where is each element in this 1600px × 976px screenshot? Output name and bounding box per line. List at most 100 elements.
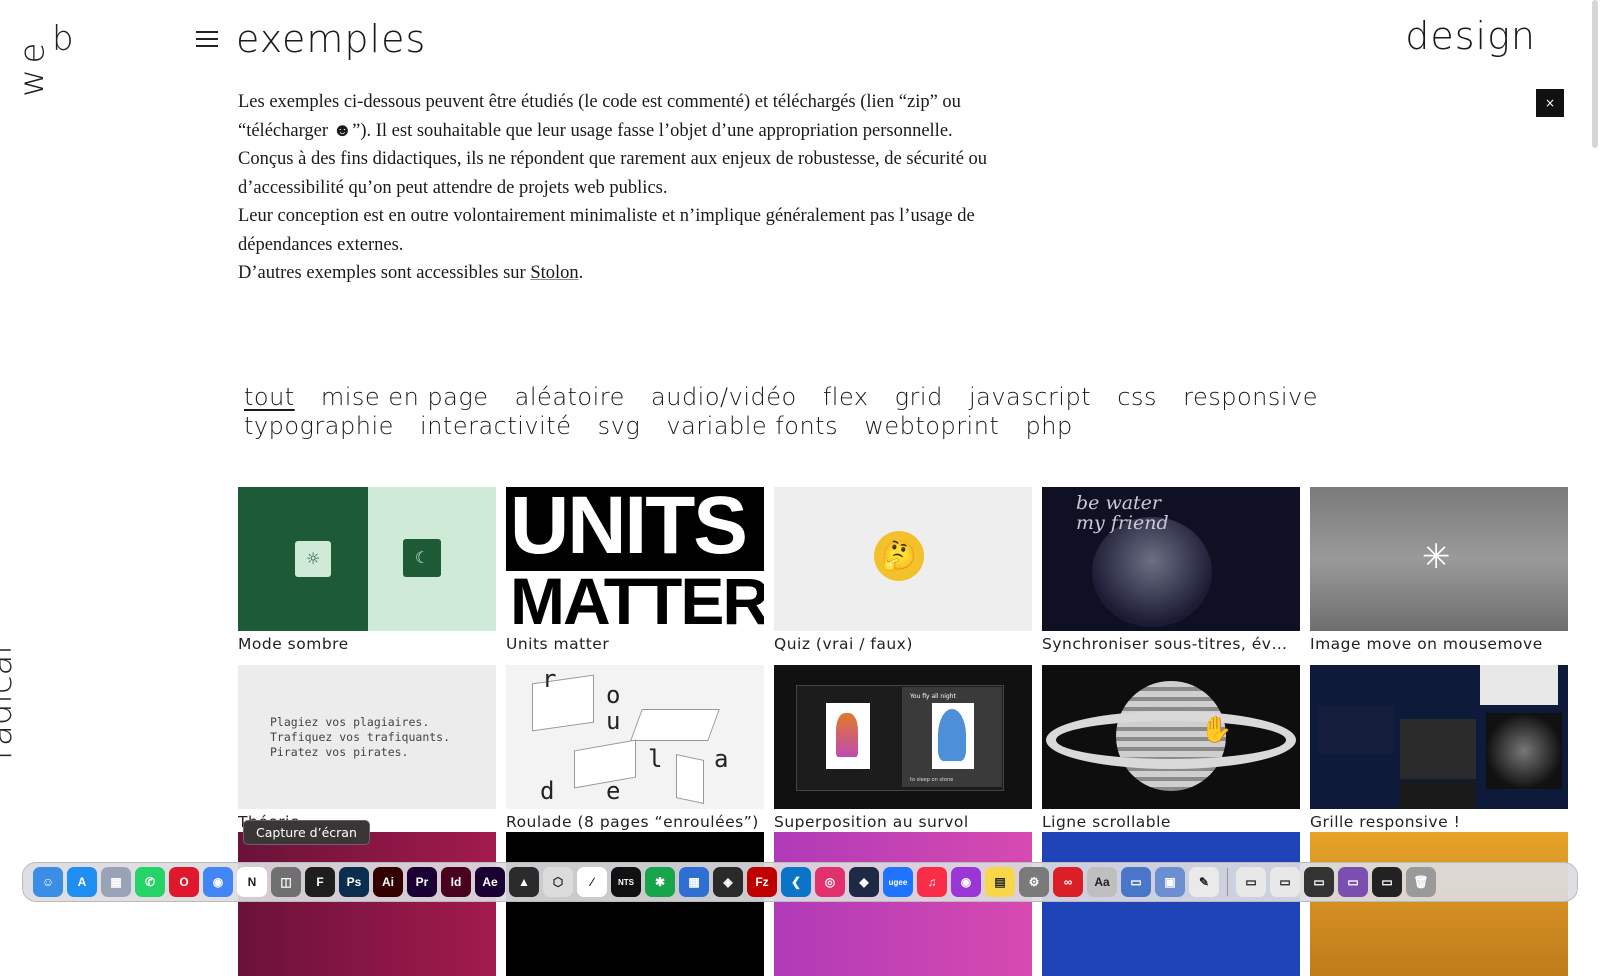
thumb-header: You fly all night bbox=[910, 693, 956, 700]
intro-text: Les exemples ci-dessous peuvent être étu… bbox=[238, 88, 998, 288]
card-caption: Mode sombre bbox=[238, 635, 349, 653]
creative-cloud-icon[interactable]: ∞ bbox=[1053, 867, 1083, 897]
finder-icon[interactable]: ☺ bbox=[33, 867, 63, 897]
close-button[interactable]: × bbox=[1536, 89, 1564, 117]
card-synchroniser[interactable]: be water my friend Synchroniser sous-titr… bbox=[1042, 487, 1300, 653]
photoshop-icon[interactable]: Ps bbox=[339, 867, 369, 897]
logo-web[interactable]: b e w bbox=[12, 22, 82, 97]
document-icon-2[interactable]: ▭ bbox=[1270, 867, 1300, 897]
filter-typographie[interactable]: typographie bbox=[244, 412, 394, 441]
filter-responsive[interactable]: responsive bbox=[1183, 383, 1318, 412]
screenshot-icon[interactable]: ◫ bbox=[271, 867, 301, 897]
fonts-icon[interactable]: NTS bbox=[611, 867, 641, 897]
opera-icon[interactable]: O bbox=[169, 867, 199, 897]
document-icon-5[interactable]: ▭ bbox=[1372, 867, 1402, 897]
notes-icon[interactable]: ▤ bbox=[985, 867, 1015, 897]
textedit-icon[interactable]: ✎ bbox=[1189, 867, 1219, 897]
whatsapp-icon[interactable]: ✆ bbox=[135, 867, 165, 897]
podcasts-icon[interactable]: ◉ bbox=[951, 867, 981, 897]
thumb-letter: a bbox=[714, 745, 729, 773]
card-theorie[interactable]: Plagiez vos plagiaires. Trafiquez vos tr… bbox=[238, 665, 496, 831]
monitor-icon[interactable]: ✱ bbox=[645, 867, 675, 897]
indesign-icon[interactable]: Id bbox=[441, 867, 471, 897]
launchpad-icon[interactable]: ▦ bbox=[101, 867, 131, 897]
card-caption: Quiz (vrai / faux) bbox=[774, 635, 913, 653]
filter-interactivite[interactable]: interactivité bbox=[420, 412, 571, 441]
filter-aleatoire[interactable]: aléatoire bbox=[515, 383, 625, 412]
filter-php[interactable]: php bbox=[1026, 412, 1073, 441]
filter-variable-fonts[interactable]: variable fonts bbox=[666, 412, 838, 441]
card-caption: Grille responsive ! bbox=[1310, 813, 1461, 831]
card-thumbnail: ✳ bbox=[1310, 487, 1568, 631]
filezilla-icon[interactable]: Fz bbox=[747, 867, 777, 897]
thumb-footer: to sleep on stone bbox=[910, 777, 954, 783]
document-icon-1[interactable]: ▭ bbox=[1236, 867, 1266, 897]
vscode-icon[interactable]: ❮ bbox=[781, 867, 811, 897]
inkscape-icon[interactable]: ∕ bbox=[577, 867, 607, 897]
filter-tout[interactable]: tout bbox=[244, 383, 295, 412]
instagram-icon[interactable]: ◎ bbox=[815, 867, 845, 897]
card-superposition[interactable]: You fly all night to sleep on stone Supe… bbox=[774, 665, 1032, 831]
card-row3-4[interactable] bbox=[1042, 832, 1300, 976]
card-roulade[interactable]: r o u l a d e Roulade (8 pages “enroulée… bbox=[506, 665, 764, 831]
ugee-icon[interactable]: ugee bbox=[883, 867, 913, 897]
card-caption: Image move on mousemove bbox=[1310, 635, 1543, 653]
premiere-icon[interactable]: Pr bbox=[407, 867, 437, 897]
card-row3-2[interactable] bbox=[506, 832, 764, 976]
card-thumbnail: r o u l a d e bbox=[506, 665, 764, 809]
dock: ☺ A ▦ ✆ O ◉ N ◫ F Ps Ai Pr Id Ae ▲ ⬡ ∕ NTS ✱ ▦ ◈ Fz ❮ ◎ ◆ ugee ♫ ◉ ▤… bbox=[22, 862, 1578, 902]
card-image-move[interactable]: ✳ Image move on mousemove bbox=[1310, 487, 1568, 653]
preview-icon[interactable]: ▭ bbox=[1121, 867, 1151, 897]
card-row3-1[interactable] bbox=[238, 832, 496, 976]
thumb-letter: d bbox=[540, 777, 555, 805]
calculator-icon[interactable]: ▦ bbox=[679, 867, 709, 897]
display-icon[interactable]: ▣ bbox=[1155, 867, 1185, 897]
codekit-icon[interactable]: ◆ bbox=[849, 867, 879, 897]
filter-css[interactable]: css bbox=[1117, 383, 1157, 412]
hamburger-menu-icon[interactable] bbox=[196, 29, 220, 49]
card-grille-responsive[interactable]: Grille responsive ! bbox=[1310, 665, 1568, 831]
scrollbar[interactable] bbox=[1592, 0, 1598, 148]
filter-mise-en-page[interactable]: mise en page bbox=[321, 383, 489, 412]
filter-flex[interactable]: flex bbox=[823, 383, 869, 412]
card-row3-5[interactable] bbox=[1310, 832, 1568, 976]
chrome-icon[interactable]: ◉ bbox=[203, 867, 233, 897]
filter-svg[interactable]: svg bbox=[598, 412, 641, 441]
music-icon[interactable]: ♫ bbox=[917, 867, 947, 897]
after-effects-icon[interactable]: Ae bbox=[475, 867, 505, 897]
affinity-icon[interactable]: ▲ bbox=[509, 867, 539, 897]
filter-javascript[interactable]: javascript bbox=[969, 383, 1091, 412]
cube-icon[interactable]: ⬡ bbox=[543, 867, 573, 897]
card-units-matter[interactable]: UNITS MATTER Units matter bbox=[506, 487, 764, 653]
trash-icon[interactable]: 🗑 bbox=[1406, 867, 1436, 897]
filter-grid[interactable]: grid bbox=[895, 383, 943, 412]
bird-image bbox=[932, 703, 974, 769]
intro-paragraph: Les exemples ci-dessous peuvent être étu… bbox=[238, 92, 961, 141]
illustrator-icon[interactable]: Ai bbox=[373, 867, 403, 897]
thumb-text: Plagiez vos plagiaires. Trafiquez vos tr… bbox=[270, 715, 451, 759]
stolon-link[interactable]: Stolon bbox=[530, 263, 578, 283]
unity-icon[interactable]: ◈ bbox=[713, 867, 743, 897]
card-thumbnail bbox=[506, 832, 764, 976]
card-quiz[interactable]: 🤔 Quiz (vrai / faux) bbox=[774, 487, 1032, 653]
document-icon-4[interactable]: ▭ bbox=[1338, 867, 1368, 897]
filter-webtoprint[interactable]: webtoprint bbox=[864, 412, 999, 441]
app-store-icon[interactable]: A bbox=[67, 867, 97, 897]
dock-tooltip: Capture d’écran bbox=[243, 820, 370, 845]
filter-audio-video[interactable]: audio/vidéo bbox=[651, 383, 797, 412]
card-mode-sombre[interactable]: ☼ ☾ Mode sombre bbox=[238, 487, 496, 653]
intro-text-span: D’autres exemples sont accessibles sur bbox=[238, 263, 531, 283]
intro-text-span: . bbox=[578, 263, 584, 283]
notion-icon[interactable]: N bbox=[237, 867, 267, 897]
card-ligne-scrollable[interactable]: ✋ Ligne scrollable bbox=[1042, 665, 1300, 831]
figma-icon[interactable]: F bbox=[305, 867, 335, 897]
thinking-face-icon: 🤔 bbox=[874, 531, 924, 581]
card-row3-3[interactable] bbox=[774, 832, 1032, 976]
card-caption: Superposition au survol bbox=[774, 813, 969, 831]
logo-radical[interactable]: radical bbox=[0, 645, 20, 760]
font-book-icon[interactable]: Aa bbox=[1087, 867, 1117, 897]
settings-icon[interactable]: ⚙ bbox=[1019, 867, 1049, 897]
card-thumbnail bbox=[774, 832, 1032, 976]
design-link[interactable]: design bbox=[1405, 14, 1536, 58]
document-icon-3[interactable]: ▭ bbox=[1304, 867, 1334, 897]
